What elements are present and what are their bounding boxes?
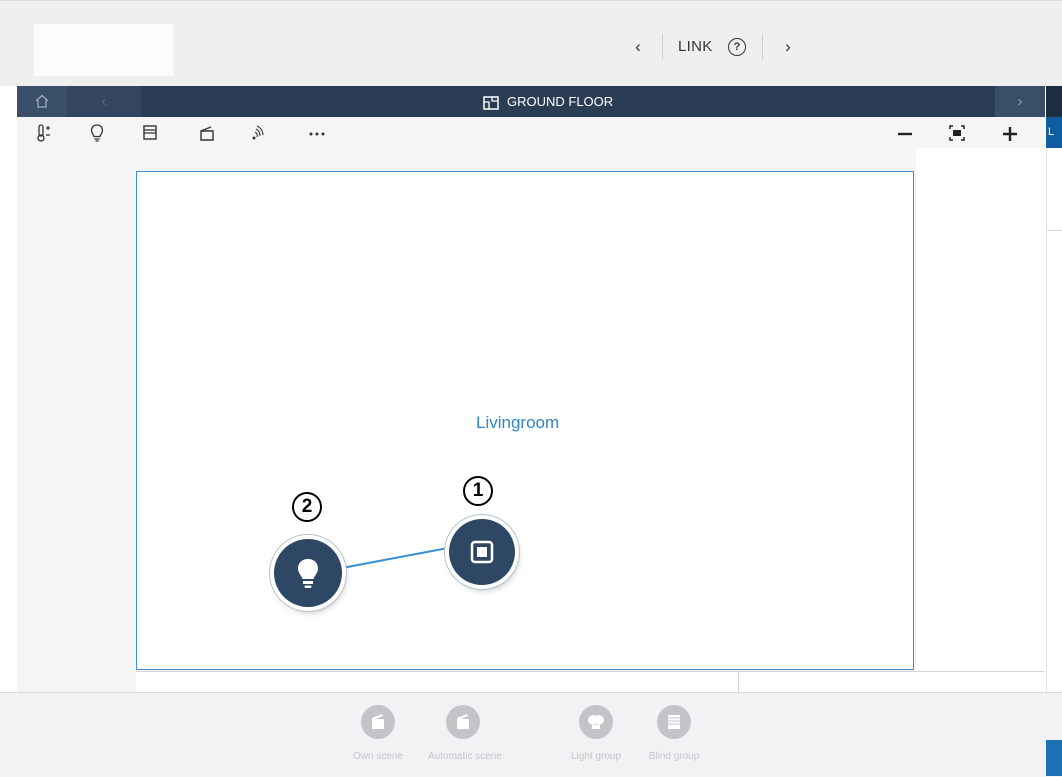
blind-group-label: Blind group xyxy=(648,751,700,762)
own-scene-label: Own scene xyxy=(352,751,404,762)
auto-scene-icon xyxy=(446,705,480,739)
bulb-icon xyxy=(298,559,318,588)
light-device[interactable] xyxy=(274,539,342,607)
switch-device[interactable] xyxy=(449,519,515,585)
marker-2: 2 xyxy=(292,492,322,522)
marker-1: 1 xyxy=(463,476,493,506)
blind-group-icon xyxy=(657,705,691,739)
switch-icon xyxy=(470,540,494,564)
light-group-icon xyxy=(579,705,613,739)
light-group-label: Light group xyxy=(570,751,622,762)
side-panel-footer xyxy=(1046,740,1062,776)
link-connection xyxy=(341,547,449,569)
scene-icon xyxy=(361,705,395,739)
automatic-scene-button[interactable]: Automatic scene xyxy=(428,705,502,762)
automatic-scene-label: Automatic scene xyxy=(428,751,502,762)
own-scene-button[interactable]: Own scene xyxy=(343,705,413,762)
bottom-bar: Own scene Automatic scene Light group Bl… xyxy=(0,692,1062,777)
blind-group-button[interactable]: Blind group xyxy=(639,705,709,762)
light-group-button[interactable]: Light group xyxy=(561,705,631,762)
